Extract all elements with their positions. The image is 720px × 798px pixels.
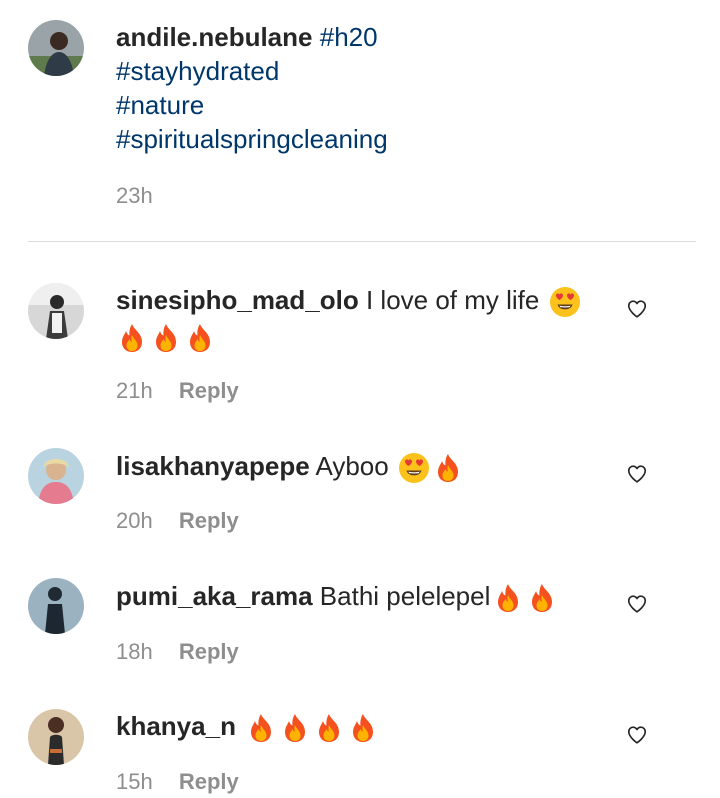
reply-button[interactable]: Reply <box>179 639 239 664</box>
avatar[interactable] <box>28 448 84 504</box>
comment-text: I love of my life <box>365 285 540 315</box>
like-heart-icon[interactable] <box>626 298 648 320</box>
hashtag[interactable]: #spiritualspringcleaning <box>116 122 676 156</box>
caption-meta: 23h <box>116 183 153 209</box>
reply-button[interactable]: Reply <box>179 378 239 403</box>
hashtag[interactable]: #h20 <box>320 22 378 52</box>
avatar[interactable] <box>28 20 84 76</box>
avatar[interactable] <box>28 709 84 765</box>
timestamp: 20h <box>116 508 153 533</box>
fire-emoji <box>526 582 558 614</box>
fire-emoji <box>184 322 216 354</box>
post-caption: andile.nebulane #h20 #stayhydrated #natu… <box>116 20 676 156</box>
comment-meta: 18h Reply <box>116 639 239 665</box>
timestamp: 21h <box>116 378 153 403</box>
comment: pumi_aka_rama Bathi pelelepel <box>116 578 606 614</box>
comment-username[interactable]: lisakhanyapepe <box>116 451 310 481</box>
fire-emoji <box>116 322 148 354</box>
comment: sinesipho_mad_olo I love of my life <box>116 282 606 354</box>
timestamp: 15h <box>116 769 153 794</box>
reply-button[interactable]: Reply <box>179 508 239 533</box>
caption-username[interactable]: andile.nebulane <box>116 22 313 52</box>
fire-emoji <box>492 582 524 614</box>
comment-username[interactable]: sinesipho_mad_olo <box>116 285 359 315</box>
comment: lisakhanyapepe Ayboo <box>116 448 606 484</box>
avatar[interactable] <box>28 578 84 634</box>
comment-username[interactable]: pumi_aka_rama <box>116 581 313 611</box>
divider <box>28 241 696 242</box>
comment-meta: 21h Reply <box>116 378 239 404</box>
hashtag[interactable]: #stayhydrated <box>116 54 676 88</box>
like-heart-icon[interactable] <box>626 463 648 485</box>
like-heart-icon[interactable] <box>626 724 648 746</box>
timestamp: 23h <box>116 183 153 208</box>
reply-button[interactable]: Reply <box>179 769 239 794</box>
fire-emoji <box>313 712 345 744</box>
avatar[interactable] <box>28 283 84 339</box>
heart-eyes-emoji <box>398 452 430 484</box>
fire-emoji <box>432 452 464 484</box>
heart-eyes-emoji <box>549 286 581 318</box>
timestamp: 18h <box>116 639 153 664</box>
like-heart-icon[interactable] <box>626 593 648 615</box>
comment-text: Bathi pelelepel <box>319 581 491 611</box>
hashtag[interactable]: #nature <box>116 88 676 122</box>
fire-emoji <box>245 712 277 744</box>
comment-username[interactable]: khanya_n <box>116 711 236 741</box>
fire-emoji <box>279 712 311 744</box>
comment: khanya_n <box>116 708 606 744</box>
comment-meta: 15h Reply <box>116 769 239 795</box>
fire-emoji <box>347 712 379 744</box>
fire-emoji <box>150 322 182 354</box>
comment-meta: 20h Reply <box>116 508 239 534</box>
comment-text: Ayboo <box>315 451 389 481</box>
